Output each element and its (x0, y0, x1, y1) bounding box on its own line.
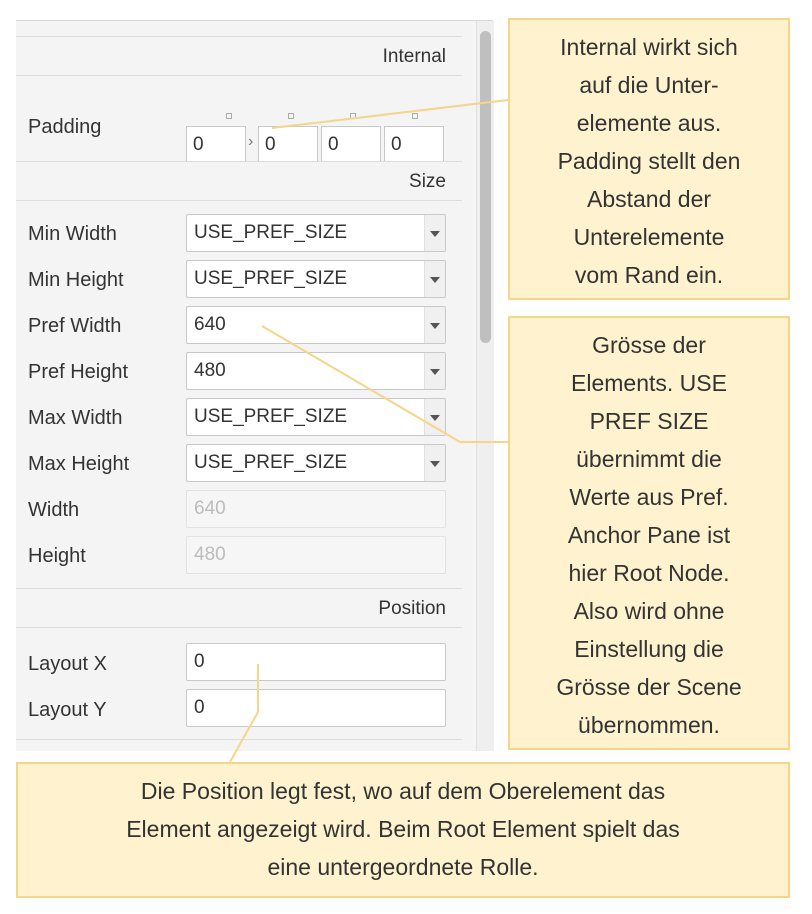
note-internal-line: Internal wirkt sich (560, 34, 738, 60)
size-connector-line-a (261, 325, 461, 443)
note-position-line: Die Position legt fest, wo auf dem Obere… (140, 778, 666, 804)
note-size-line: Also wird ohne (573, 598, 725, 624)
note-size-line: Elements. USE (571, 370, 727, 396)
note-internal-line: Padding stellt den (557, 148, 741, 174)
note-size-line: Werte aus Pref. (569, 484, 729, 510)
note-position-line: eine untergeordnete Rolle. (267, 854, 539, 880)
note-size-line: Grösse der (592, 332, 706, 358)
note-position-line: Element angezeigt wird. Beim Root Elemen… (126, 816, 680, 842)
note-size-line: PREF SIZE (589, 408, 709, 434)
note-internal-line: Unterelemente (573, 224, 725, 250)
note-internal-line: elemente aus. (576, 110, 722, 136)
note-internal-line: Abstand der (586, 186, 712, 212)
note-position: Die Position legt fest, wo auf dem Obere… (16, 762, 790, 898)
note-internal: Internal wirkt sich auf die Unter- eleme… (508, 18, 790, 300)
note-size-line: hier Root Node. (568, 560, 730, 586)
note-size: Grösse der Elements. USE PREF SIZE übern… (508, 316, 790, 750)
note-size-line: übernimmt die (576, 446, 722, 472)
note-size-line: Anchor Pane ist (567, 522, 731, 548)
internal-connector-line (271, 99, 509, 129)
note-internal-line: vom Rand ein. (574, 262, 724, 288)
note-size-line: Einstellung die (574, 636, 724, 662)
position-connector-line-b (229, 711, 259, 763)
note-internal-line: auf die Unter- (579, 72, 719, 98)
note-size-line: Grösse der Scene (556, 674, 742, 700)
note-size-line: übernommen. (578, 712, 720, 738)
